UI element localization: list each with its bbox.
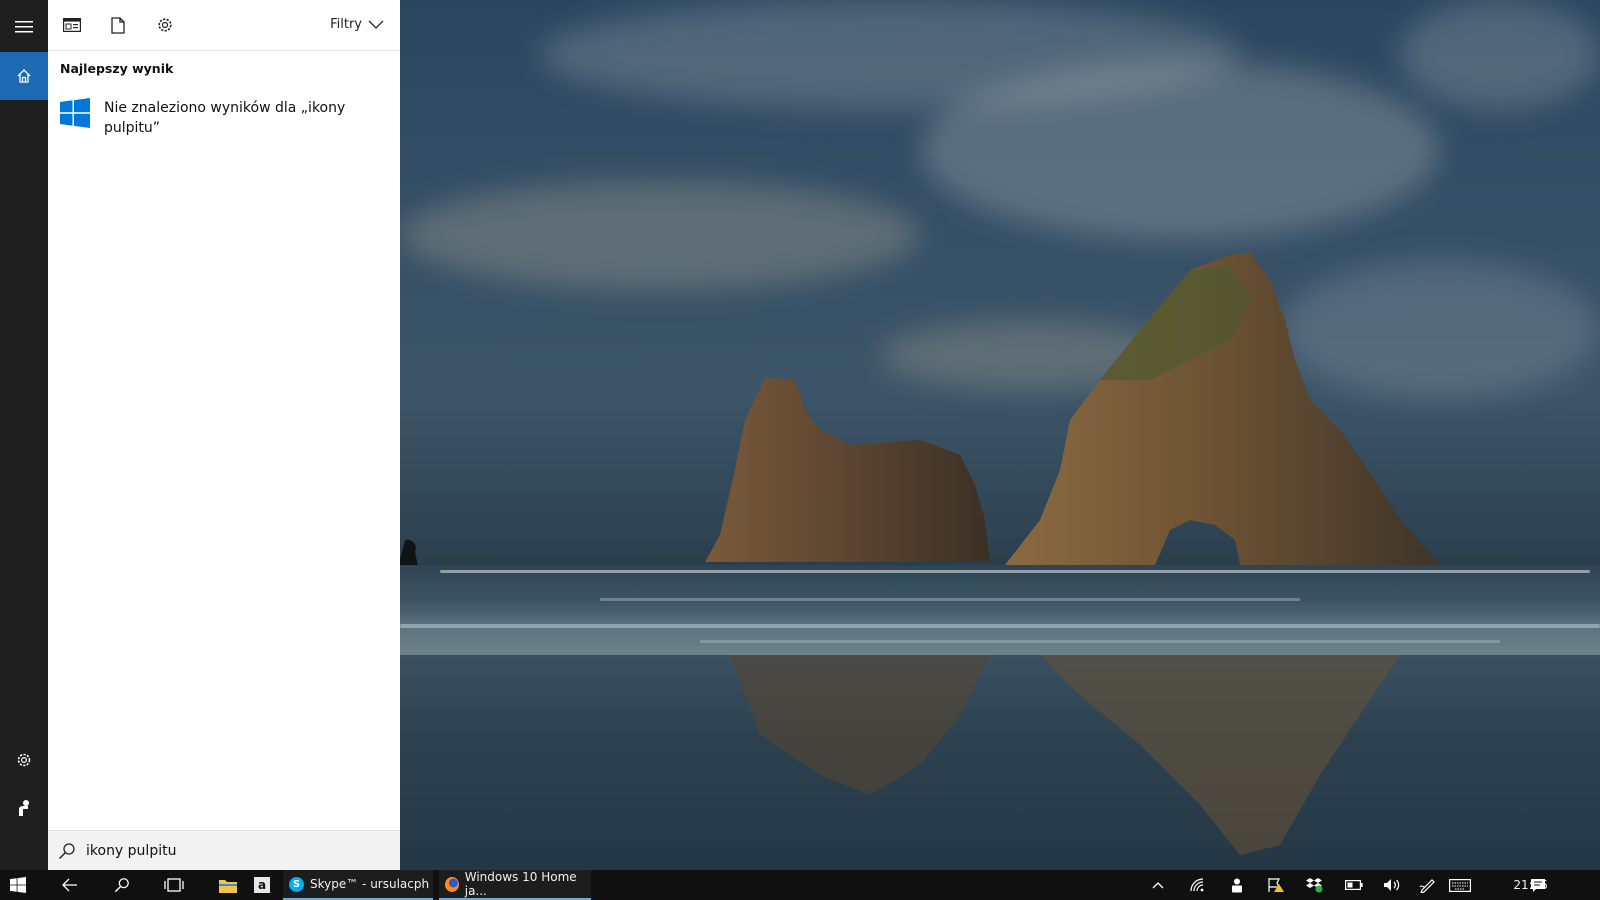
documents-filter-button[interactable] — [105, 12, 131, 38]
document-icon — [111, 16, 125, 34]
wifi-icon — [1190, 878, 1204, 892]
wet-sand-reflection — [400, 655, 1600, 870]
taskbar-app-label: Skype™ - ursulacph — [310, 877, 430, 891]
volume-tray-button[interactable] — [1380, 870, 1404, 900]
windows-start-icon — [10, 877, 26, 893]
firefox-icon — [445, 876, 459, 892]
panel-header: Filtry — [48, 0, 400, 51]
hamburger-icon — [15, 21, 33, 33]
dropbox-tray-button[interactable] — [1303, 870, 1327, 900]
folder-icon — [219, 879, 237, 893]
home-icon — [17, 69, 31, 83]
speaker-icon — [1384, 879, 1400, 891]
hamburger-menu-button[interactable] — [0, 3, 48, 51]
taskbar-app-label: Windows 10 Home ja... — [464, 870, 577, 898]
back-arrow-icon — [62, 878, 77, 892]
action-center-button[interactable] — [1524, 870, 1552, 900]
amazon-icon: a — [254, 877, 270, 893]
task-view-button[interactable] — [156, 870, 192, 900]
settings-icon — [158, 18, 172, 32]
desktop-wallpaper — [400, 0, 1600, 870]
filters-dropdown[interactable]: Filtry — [330, 17, 384, 32]
settings-filter-button[interactable] — [152, 12, 178, 38]
dropbox-sync-icon — [1306, 878, 1323, 893]
battery-tray-button[interactable] — [1342, 870, 1366, 900]
file-explorer-button[interactable] — [212, 870, 244, 900]
settings-button[interactable] — [0, 736, 48, 784]
taskbar-app-firefox[interactable]: Windows 10 Home ja... — [439, 870, 591, 900]
show-hidden-icons-button[interactable] — [1146, 870, 1170, 900]
touch-keyboard-button[interactable] — [1446, 870, 1474, 900]
search-icon — [58, 842, 75, 859]
pen-icon — [1419, 879, 1435, 893]
search-icon — [114, 878, 129, 893]
search-taskbar-button[interactable] — [104, 870, 140, 900]
chevron-up-icon — [1152, 882, 1164, 889]
battery-icon — [1345, 880, 1363, 890]
gear-icon — [17, 753, 31, 767]
task-view-icon — [164, 878, 184, 892]
amazon-button[interactable]: a — [248, 870, 276, 900]
warning-flag-icon — [1268, 878, 1284, 892]
security-tray-button[interactable] — [1225, 870, 1249, 900]
notifications-icon — [1531, 878, 1545, 892]
skype-icon: S — [289, 876, 304, 892]
no-results-message: Nie znaleziono wyników dla „ikony pulpit… — [104, 100, 346, 136]
user-shield-icon — [1232, 878, 1242, 892]
back-button[interactable] — [52, 870, 88, 900]
best-result-heading: Najlepszy wynik — [60, 61, 174, 76]
start-sidebar — [0, 0, 48, 870]
search-panel: Filtry Najlepszy wynik Nie znaleziono wy… — [48, 0, 400, 870]
chevron-down-icon — [368, 20, 384, 29]
feedback-button[interactable] — [0, 784, 48, 832]
start-button[interactable] — [0, 870, 36, 900]
keyboard-icon — [1449, 878, 1471, 892]
network-tray-button[interactable] — [1186, 870, 1210, 900]
search-box[interactable] — [48, 830, 400, 870]
taskbar-app-skype[interactable]: S Skype™ - ursulacph — [283, 870, 433, 900]
pen-workspace-button[interactable] — [1416, 870, 1440, 900]
defender-tray-button[interactable] — [1264, 870, 1288, 900]
windows-logo-icon — [60, 98, 90, 128]
apps-filter-button[interactable] — [59, 12, 85, 38]
apps-icon — [63, 18, 81, 32]
search-input[interactable] — [86, 842, 211, 859]
filters-label: Filtry — [330, 17, 362, 32]
home-button[interactable] — [0, 52, 48, 100]
taskbar: a S Skype™ - ursulacph Windows 10 Home j… — [0, 870, 1600, 900]
best-result-item[interactable]: Nie znaleziono wyników dla „ikony pulpit… — [60, 98, 390, 138]
feedback-icon — [19, 800, 29, 816]
